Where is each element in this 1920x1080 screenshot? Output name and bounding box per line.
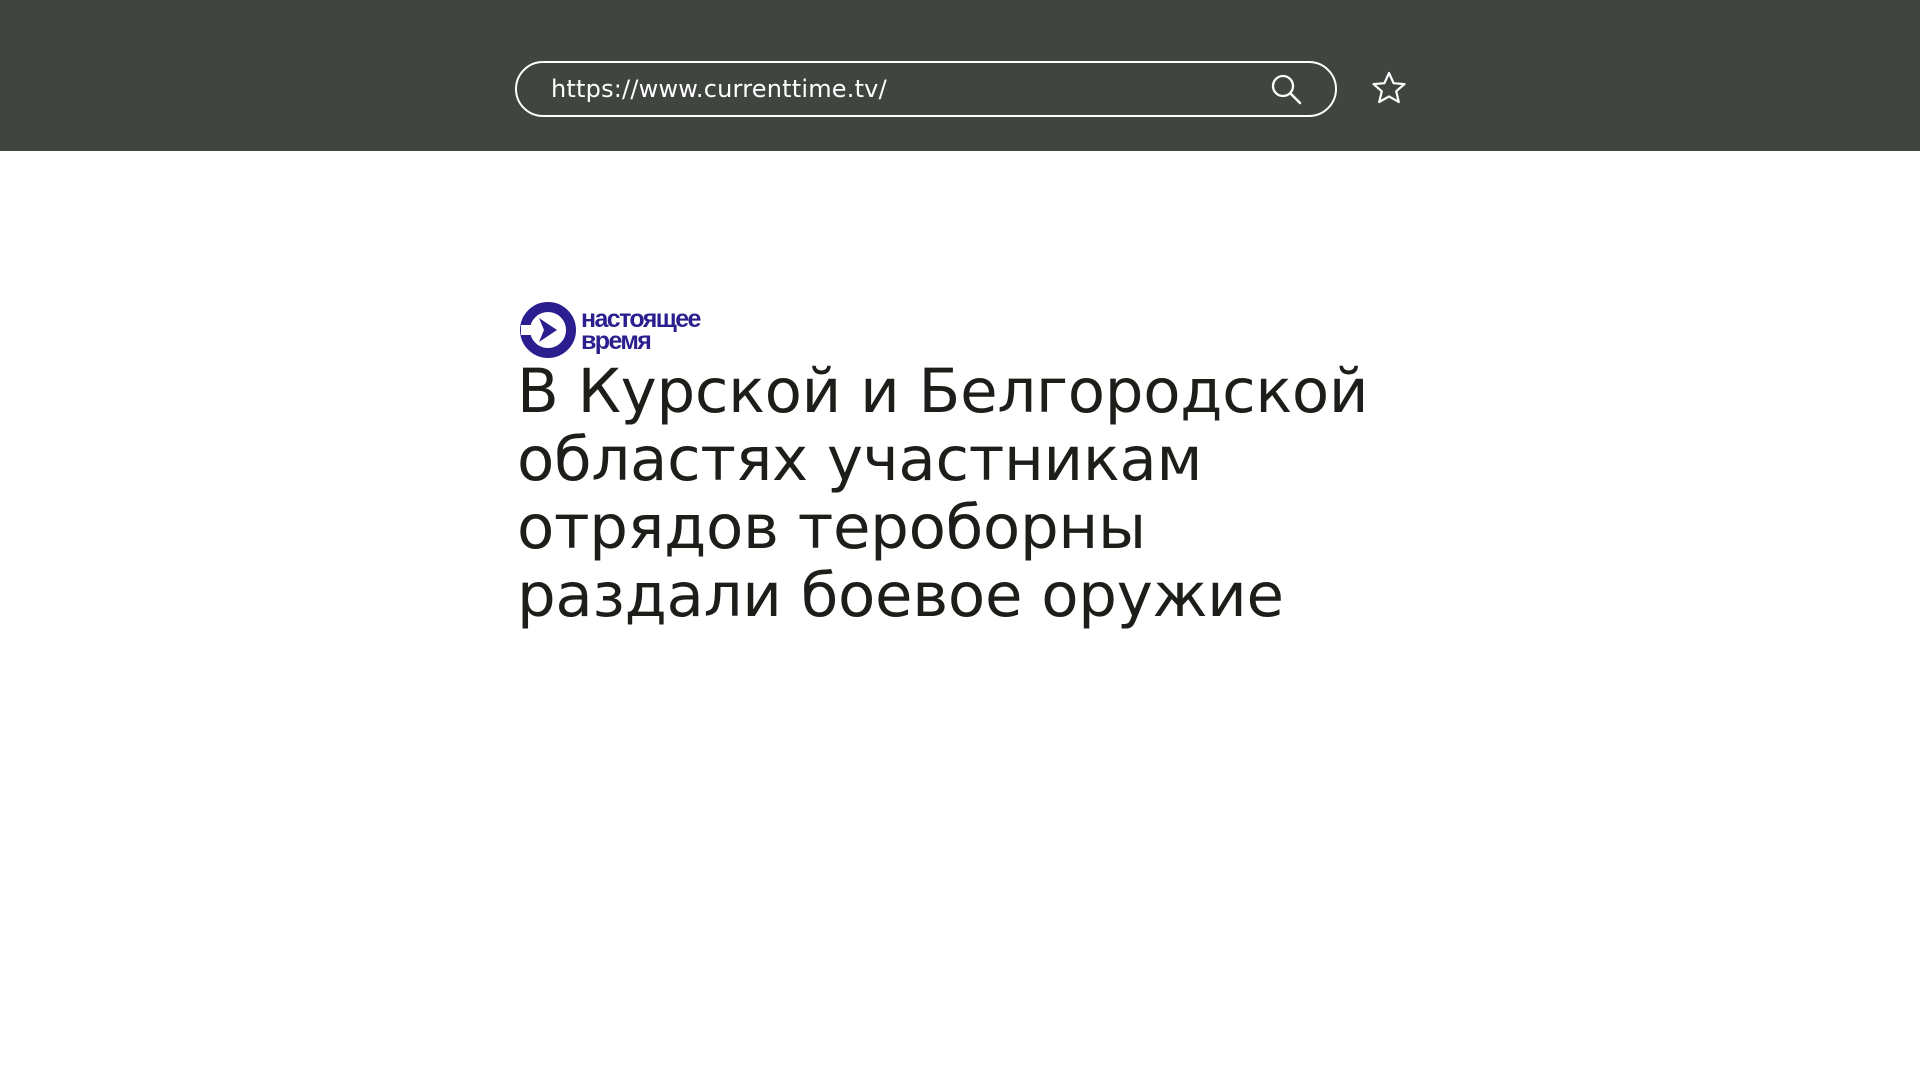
logo-wordmark: настоящее время — [581, 307, 701, 355]
headline-line-4: раздали боевое оружие — [517, 560, 1284, 631]
headline-line-1: В Курской и Белгородской — [517, 356, 1369, 427]
star-icon[interactable] — [1370, 70, 1408, 108]
logo-line-2: время — [581, 327, 652, 355]
browser-top-bar: https://www.currenttime.tv/ — [0, 0, 1920, 151]
headline-line-3: отрядов тероборны — [517, 492, 1146, 563]
article-headline: В Курской и Белгородской областях участн… — [517, 358, 1397, 630]
search-icon[interactable] — [1269, 72, 1303, 106]
address-bar[interactable]: https://www.currenttime.tv/ — [515, 61, 1337, 117]
headline-line-2: областях участникам — [517, 424, 1203, 495]
play-arrow-circle-icon — [519, 301, 577, 359]
site-logo[interactable]: настоящее время — [519, 300, 701, 360]
url-text[interactable]: https://www.currenttime.tv/ — [551, 75, 887, 103]
